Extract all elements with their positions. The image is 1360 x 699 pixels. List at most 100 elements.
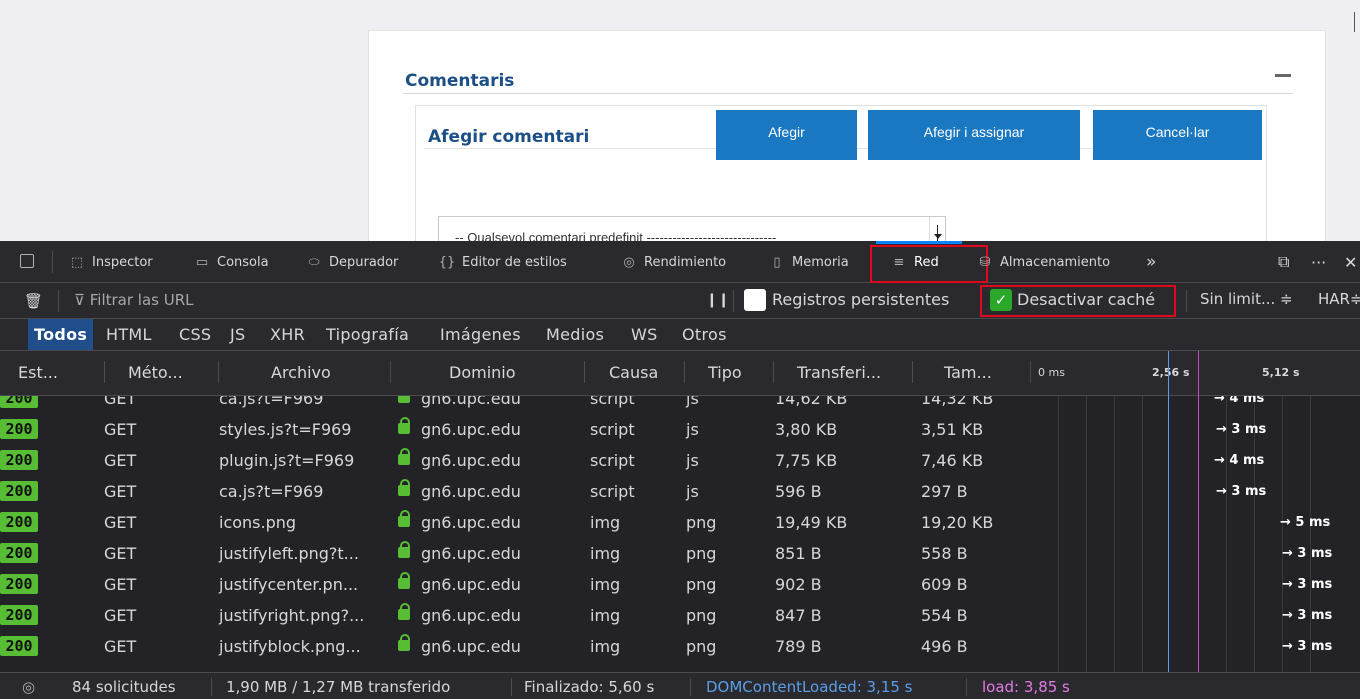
- separator: [584, 361, 585, 383]
- select-arrow-icon: [929, 217, 945, 241]
- more-tabs-button[interactable]: »: [1146, 241, 1156, 283]
- type-filter-imágenes[interactable]: Imágenes: [434, 319, 527, 350]
- persist-logs-checkbox[interactable]: [744, 289, 766, 311]
- request-row[interactable]: 200 GET icons.png gn6.upc.edu img png 19,49 KB…: [0, 507, 1360, 538]
- dock-icon[interactable]: ⧉: [1278, 241, 1289, 283]
- request-transferred: 19,49 KB: [775, 513, 848, 532]
- request-size: 297 B: [921, 482, 968, 501]
- close-icon[interactable]: ✕: [1344, 241, 1357, 283]
- request-row[interactable]: 200 GET justifycenter.pn... gn6.upc.edu img p…: [0, 569, 1360, 600]
- scrollbar-edge: [1354, 12, 1355, 32]
- add-button[interactable]: Afegir: [716, 110, 857, 160]
- request-row[interactable]: 200 GET justifyright.png?... gn6.upc.edu img…: [0, 600, 1360, 631]
- collapse-icon[interactable]: [1275, 74, 1291, 77]
- web-page: Comentaris Afegir comentari Afegir Afegi…: [0, 0, 1360, 241]
- lock-icon: [398, 396, 410, 403]
- request-timing: → 4 ms: [1214, 453, 1265, 468]
- braces-icon: {}: [438, 254, 456, 270]
- disable-cache-label: Desactivar caché: [1017, 290, 1156, 309]
- column-method[interactable]: Méto...: [128, 363, 183, 382]
- tab-inspector[interactable]: ⬚ Inspector: [68, 241, 153, 283]
- predefined-comment-select[interactable]: -- Qualsevol comentari predefinit ------…: [438, 216, 946, 241]
- predefined-comment-value: -- Qualsevol comentari predefinit ------…: [455, 230, 777, 241]
- request-transferred: 789 B: [775, 637, 822, 656]
- request-method: GET: [104, 420, 137, 439]
- tab-performance[interactable]: ◎ Rendimiento: [620, 241, 726, 283]
- lock-icon: [398, 448, 410, 465]
- request-file: justifyleft.png?t...: [219, 544, 359, 563]
- request-row[interactable]: 200 GET ca.js?t=F969 gn6.upc.edu script js 14,…: [0, 396, 1360, 414]
- tab-label: Almacenamiento: [1000, 254, 1111, 270]
- url-filter-input[interactable]: ⊽ Filtrar las URL: [74, 291, 194, 309]
- column-file[interactable]: Archivo: [271, 363, 331, 382]
- lock-icon: [398, 634, 410, 651]
- element-picker-icon[interactable]: [20, 254, 34, 268]
- trash-icon[interactable]: 🗑: [24, 292, 43, 310]
- inspector-icon: ⬚: [70, 254, 84, 270]
- tab-debugger[interactable]: ⬭ Depurador: [305, 241, 398, 283]
- request-timing: → 3 ms: [1282, 639, 1333, 654]
- tab-storage[interactable]: ⛁ Almacenamiento: [976, 241, 1111, 283]
- column-size[interactable]: Tam...: [944, 363, 992, 382]
- throttle-select[interactable]: Sin limit... ≑: [1200, 290, 1293, 308]
- request-method: GET: [104, 544, 137, 563]
- separator: [52, 251, 53, 273]
- request-cause: img: [590, 544, 621, 563]
- gauge-icon: ◎: [623, 254, 635, 270]
- request-row[interactable]: 200 GET styles.js?t=F969 gn6.upc.edu script j…: [0, 414, 1360, 445]
- request-row[interactable]: 200 GET plugin.js?t=F969 gn6.upc.edu script j…: [0, 445, 1360, 476]
- type-filter-html[interactable]: HTML: [100, 319, 158, 350]
- request-timing: → 3 ms: [1216, 484, 1267, 499]
- column-type[interactable]: Tipo: [708, 363, 742, 382]
- request-method: GET: [104, 606, 137, 625]
- separator: [58, 290, 59, 312]
- request-timing: → 5 ms: [1280, 515, 1331, 530]
- disable-cache-checkbox[interactable]: ✓: [990, 289, 1012, 311]
- request-file: justifyright.png?...: [219, 606, 365, 625]
- column-domain[interactable]: Dominio: [449, 363, 516, 382]
- devtools-panel: ⬚ Inspector ▭ Consola ⬭ Depurador {} Editor …: [0, 241, 1360, 699]
- tab-console[interactable]: ▭ Consola: [193, 241, 269, 283]
- timeline-label-0: 0 ms: [1038, 366, 1065, 379]
- request-file: styles.js?t=F969: [219, 420, 352, 439]
- request-timing: → 3 ms: [1282, 577, 1333, 592]
- request-file: justifyblock.png...: [219, 637, 361, 656]
- column-status[interactable]: Est...: [18, 363, 58, 382]
- column-transferred[interactable]: Transferi...: [797, 363, 881, 382]
- type-filter-css[interactable]: CSS: [173, 319, 217, 350]
- request-size: 19,20 KB: [921, 513, 994, 532]
- more-options-icon[interactable]: ···: [1311, 241, 1326, 283]
- type-filter-medios[interactable]: Medios: [540, 319, 610, 350]
- type-filter-todos[interactable]: Todos: [28, 319, 94, 350]
- request-type: js: [686, 396, 699, 408]
- pause-icon[interactable]: ❙❙: [706, 292, 729, 308]
- type-filter-js[interactable]: JS: [224, 319, 251, 350]
- type-filter-ws[interactable]: WS: [625, 319, 664, 350]
- request-domain: gn6.upc.edu: [421, 606, 521, 625]
- add-and-assign-button[interactable]: Afegir i assignar: [868, 110, 1080, 160]
- cancel-button[interactable]: Cancel·lar: [1093, 110, 1262, 160]
- tab-style-editor[interactable]: {} Editor de estilos: [438, 241, 567, 283]
- tab-memory[interactable]: ▯ Memoria: [768, 241, 848, 283]
- request-cause: script: [590, 451, 635, 470]
- request-transferred: 596 B: [775, 482, 822, 501]
- separator: [390, 361, 391, 383]
- request-row[interactable]: 200 GET justifyblock.png... gn6.upc.edu img p…: [0, 631, 1360, 662]
- type-filter-xhr[interactable]: XHR: [264, 319, 311, 350]
- request-cause: script: [590, 396, 635, 408]
- column-cause[interactable]: Causa: [609, 363, 658, 382]
- request-timing: → 3 ms: [1282, 546, 1333, 561]
- request-count: 84 solicitudes: [72, 678, 176, 696]
- type-filter-tipografía[interactable]: Tipografía: [320, 319, 415, 350]
- separator: [211, 678, 212, 696]
- status-badge: 200: [0, 574, 38, 594]
- type-filter-otros[interactable]: Otros: [676, 319, 733, 350]
- har-menu[interactable]: HAR≑: [1318, 290, 1360, 308]
- request-row[interactable]: 200 GET justifyleft.png?t... gn6.upc.edu img…: [0, 538, 1360, 569]
- divider: [403, 93, 1293, 94]
- request-size: 496 B: [921, 637, 968, 656]
- separator: [733, 290, 734, 312]
- comments-section-title: Comentaris: [405, 71, 515, 91]
- performance-icon[interactable]: ◎: [22, 678, 35, 696]
- request-row[interactable]: 200 GET ca.js?t=F969 gn6.upc.edu script js 596…: [0, 476, 1360, 507]
